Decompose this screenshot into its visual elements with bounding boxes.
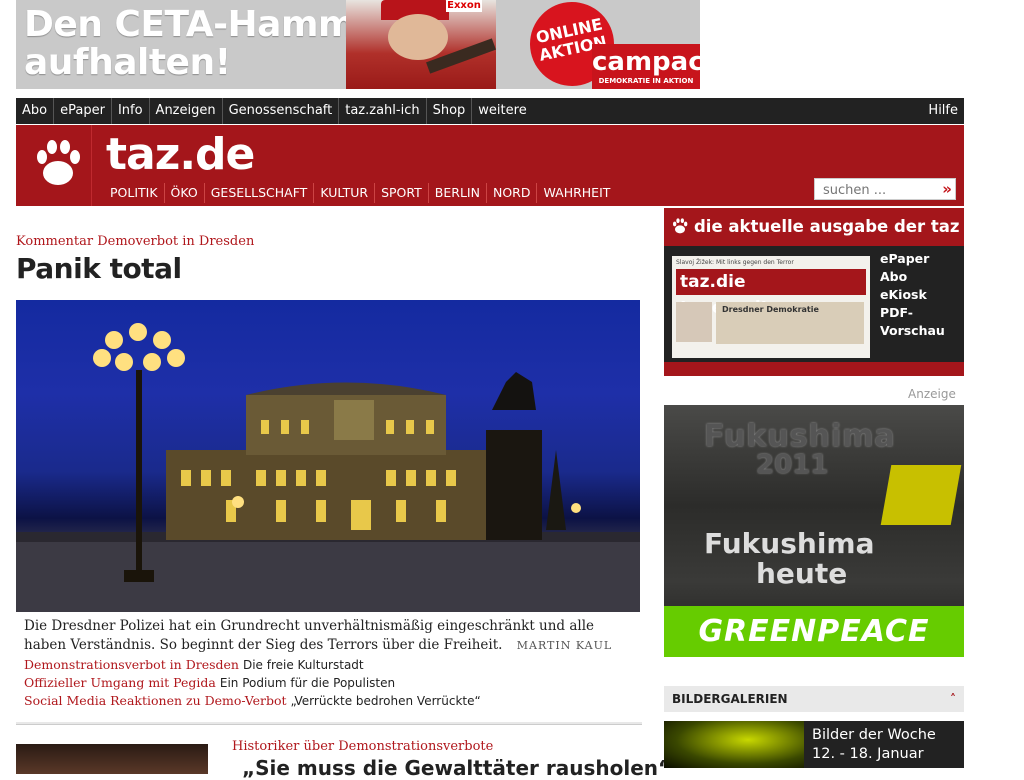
paper-headline-box: Dresdner Demokratie: [716, 302, 864, 344]
article-author: MARTIN KAUL: [516, 639, 613, 652]
ad-label: Anzeige: [908, 387, 956, 401]
current-issue-links: ePaper Abo eKiosk PDF- Vorschau: [880, 250, 945, 340]
related-item[interactable]: Social Media Reaktionen zu Demo-Verbot „…: [24, 692, 481, 710]
greenpeace-logo: GREENPEACE: [664, 606, 964, 657]
ad-text-year: 2011: [756, 450, 829, 480]
logo-divider: [91, 125, 92, 206]
site-header: taz.de POLITIK ÖKO GESELLSCHAFT KULTUR S…: [16, 125, 964, 206]
gallery-caption: Bilder der Woche 12. - 18. Januar: [812, 727, 936, 762]
current-issue-footer: [664, 362, 964, 376]
related-kicker: Demonstrationsverbot in Dresden: [24, 657, 239, 672]
topnav-anzeigen[interactable]: Anzeigen: [150, 98, 223, 124]
related-title: Die freie Kulturstadt: [242, 658, 364, 672]
link-epaper[interactable]: ePaper: [880, 250, 945, 268]
nav-kultur[interactable]: KULTUR: [314, 183, 376, 203]
topnav-genossenschaft[interactable]: Genossenschaft: [223, 98, 340, 124]
topnav-help[interactable]: Hilfe: [928, 98, 958, 124]
paper-headline: Dresdner Demokratie: [722, 305, 819, 314]
related-kicker: Social Media Reaktionen zu Demo-Verbot: [24, 693, 287, 708]
paper-masthead: taz.die tageszeitung: [676, 269, 866, 318]
galleries-header[interactable]: BILDERGALERIEN ˄: [664, 686, 964, 712]
greenpeace-ad[interactable]: Fukushima 2011 Fukushima heute GREENPEAC…: [664, 405, 964, 657]
paw-icon[interactable]: [34, 137, 82, 189]
ad-headline-line1: Den CETA-Hammer: [24, 4, 397, 45]
article-kicker[interactable]: Kommentar Demoverbot in Dresden: [16, 234, 254, 250]
site-logo[interactable]: taz.de: [106, 129, 255, 181]
ad-banner[interactable]: Den CETA-Hammer aufhalten! Exxon ONLINE …: [16, 0, 700, 89]
nav-politik[interactable]: POLITIK: [104, 183, 165, 203]
link-ekiosk[interactable]: eKiosk: [880, 286, 945, 304]
galleries-title: BILDERGALERIEN: [672, 692, 788, 706]
article-title[interactable]: Panik total: [16, 251, 182, 287]
link-pdf[interactable]: PDF-: [880, 304, 945, 322]
ad-text-heute: heute: [756, 557, 848, 590]
paw-icon: [673, 218, 688, 234]
semperoper-night-photo: [16, 323, 640, 612]
topnav-epaper[interactable]: ePaper: [54, 98, 112, 124]
ad-face: [388, 14, 448, 60]
topnav-weitere[interactable]: weitere: [472, 98, 532, 124]
article-teaser[interactable]: Die Dresdner Polizei hat ein Grundrecht …: [24, 617, 634, 655]
topnav-taz-zahl-ich[interactable]: taz.zahl-ich: [339, 98, 427, 124]
second-article-thumbnail[interactable]: [16, 744, 208, 774]
ad-brand: campact DEMOKRATIE IN AKTION: [592, 44, 700, 89]
chevron-up-icon[interactable]: ˄: [942, 686, 956, 712]
ad-brand-name: campact: [592, 47, 700, 77]
current-issue-box: die aktuelle ausgabe der taz Slavoj Žiže…: [664, 208, 964, 376]
article-divider: [16, 722, 642, 725]
nav-wahrheit[interactable]: WAHRHEIT: [537, 183, 616, 203]
ad-brand-tagline: DEMOKRATIE IN AKTION: [598, 77, 694, 85]
related-title: „Verrückte bedrohen Verrückte“: [290, 694, 481, 708]
second-article-title[interactable]: „Sie muss die Gewalttäter rausholen“: [242, 756, 671, 780]
link-abo[interactable]: Abo: [880, 268, 945, 286]
ad-excavator: [880, 465, 962, 525]
gallery-caption-box[interactable]: Bilder der Woche 12. - 18. Januar: [804, 721, 964, 768]
ad-exxon-logo: Exxon: [446, 0, 482, 12]
nav-nord[interactable]: NORD: [487, 183, 538, 203]
newspaper-cover[interactable]: Slavoj Žižek: Mit links gegen den Terror…: [672, 256, 870, 358]
ad-text-fukushima-2: Fukushima: [704, 527, 875, 560]
topnav-shop[interactable]: Shop: [427, 98, 473, 124]
search-box: »: [814, 178, 956, 200]
topnav-info[interactable]: Info: [112, 98, 150, 124]
search-input[interactable]: [815, 181, 931, 200]
ad-headline: Den CETA-Hammer aufhalten!: [24, 4, 397, 83]
second-article-kicker[interactable]: Historiker über Demonstrationsverbote: [232, 738, 493, 756]
nav-oeko[interactable]: ÖKO: [165, 183, 205, 203]
related-item[interactable]: Offizieller Umgang mit Pegida Ein Podium…: [24, 674, 481, 692]
related-title: Ein Podium für die Populisten: [219, 676, 396, 690]
nav-berlin[interactable]: BERLIN: [429, 183, 487, 203]
main-nav: POLITIK ÖKO GESELLSCHAFT KULTUR SPORT BE…: [104, 183, 616, 203]
related-kicker: Offizieller Umgang mit Pegida: [24, 675, 216, 690]
nav-sport[interactable]: SPORT: [375, 183, 429, 203]
paper-photo: [676, 302, 712, 342]
link-vorschau[interactable]: Vorschau: [880, 322, 945, 340]
topnav-abo[interactable]: Abo: [16, 98, 55, 124]
top-nav: Abo ePaper Info Anzeigen Genossenschaft …: [16, 98, 964, 124]
nav-gesellschaft[interactable]: GESELLSCHAFT: [205, 183, 315, 203]
current-issue-header[interactable]: die aktuelle ausgabe der taz: [664, 208, 964, 246]
search-submit-icon[interactable]: »: [942, 180, 952, 198]
ad-headline-line2: aufhalten!: [24, 42, 231, 83]
related-item[interactable]: Demonstrationsverbot in Dresden Die frei…: [24, 656, 481, 674]
article-teaser-text: Die Dresdner Polizei hat ein Grundrecht …: [24, 618, 595, 653]
related-links: Demonstrationsverbot in Dresden Die frei…: [24, 656, 481, 710]
article-hero-image[interactable]: [16, 300, 640, 612]
ad-text-fukushima: Fukushima: [704, 419, 896, 454]
paper-topline: Slavoj Žižek: Mit links gegen den Terror: [676, 259, 794, 266]
gallery-thumbnail[interactable]: [664, 721, 804, 768]
current-issue-title: die aktuelle ausgabe der taz: [694, 217, 960, 236]
